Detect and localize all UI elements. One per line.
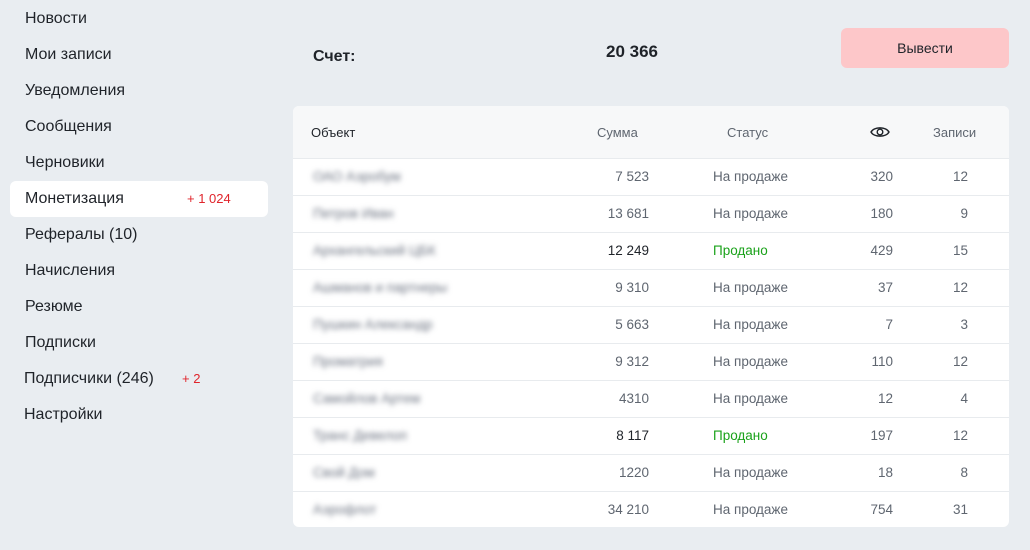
row-posts: 4: [960, 391, 968, 406]
row-views: 110: [871, 354, 893, 369]
table-row[interactable]: Петров Иван 13 681 На продаже 180 9: [293, 196, 1009, 233]
row-sum: 12 249: [607, 243, 649, 258]
sidebar-item-label: Мои записи: [25, 46, 112, 63]
sidebar-item[interactable]: Начисления: [10, 253, 268, 289]
sidebar-item-label: Черновики: [25, 154, 105, 171]
sidebar-item[interactable]: Уведомления: [10, 73, 268, 109]
row-sum: 13 681: [607, 206, 649, 221]
table-row[interactable]: Пушкин Александр 5 663 На продаже 7 3: [293, 307, 1009, 344]
sidebar-item[interactable]: Резюме: [10, 289, 268, 325]
column-status[interactable]: Статус: [727, 106, 768, 159]
column-posts[interactable]: Записи: [933, 106, 976, 159]
row-views: 429: [870, 243, 893, 258]
sidebar-item-label: Подписчики (246): [24, 370, 154, 387]
sidebar-item[interactable]: Черновики: [10, 145, 268, 181]
row-sum: 9 312: [615, 354, 649, 369]
row-views: 37: [877, 280, 893, 295]
account-label: Счет:: [313, 48, 356, 65]
row-object: Свой Дом: [313, 465, 375, 480]
row-object: Петров Иван: [313, 206, 394, 221]
row-status: На продаже: [713, 280, 788, 295]
account-balance: 20 366: [606, 42, 658, 61]
table-row[interactable]: Проматрия 9 312 На продаже 110 12: [293, 344, 1009, 381]
row-status: На продаже: [713, 317, 788, 332]
row-status: На продаже: [713, 206, 788, 221]
row-status: На продаже: [713, 354, 788, 369]
table-row[interactable]: ОАО Аэробум 7 523 На продаже 320 12: [293, 159, 1009, 196]
table-row[interactable]: Самойлов Артем 4310 На продаже 12 4: [293, 381, 1009, 418]
row-sum: 34 210: [607, 502, 649, 517]
sidebar-item-label: Новости: [25, 10, 87, 27]
sidebar-item-label: Уведомления: [25, 82, 126, 99]
column-object[interactable]: Объект: [311, 106, 355, 159]
monetization-table: Объект Сумма Статус Записи ОАО Аэробум 7 …: [293, 106, 1009, 527]
sidebar-item-label: Резюме: [25, 298, 83, 315]
sidebar-item[interactable]: Рефералы (10): [10, 217, 268, 253]
row-status: На продаже: [713, 169, 788, 184]
row-status: На продаже: [713, 465, 788, 480]
row-views: 12: [877, 391, 893, 406]
table-row[interactable]: Транс Девелоп 8 117 Продано 197 12: [293, 418, 1009, 455]
sidebar-item[interactable]: Новости: [10, 1, 268, 37]
row-object: Архангельский ЦБК: [313, 243, 436, 258]
sidebar-item[interactable]: Подписки: [10, 325, 268, 361]
row-sum: 5 663: [615, 317, 649, 332]
row-status: На продаже: [713, 391, 788, 406]
row-object: Ашманов и партнеры: [313, 280, 448, 295]
row-status: Продано: [713, 428, 768, 443]
sidebar-item[interactable]: Сообщения: [10, 109, 268, 145]
sidebar-item[interactable]: Подписчики (246) + 2: [10, 361, 268, 397]
row-sum: 1220: [618, 465, 649, 480]
row-status: Продано: [713, 243, 768, 258]
table-row[interactable]: Ашманов и партнеры 9 310 На продаже 37 12: [293, 270, 1009, 307]
row-sum: 8 117: [616, 428, 649, 443]
table-row[interactable]: Аэрофлот 34 210 На продаже 754 31: [293, 492, 1009, 527]
row-sum: 9 310: [615, 280, 649, 295]
row-posts: 12: [952, 428, 968, 443]
row-views: 18: [877, 465, 893, 480]
sidebar-item[interactable]: Монетизация + 1 024: [10, 181, 268, 217]
row-object: Транс Девелоп: [313, 428, 408, 443]
sidebar-item-label: Монетизация: [25, 190, 124, 207]
row-views: 320: [870, 169, 893, 184]
row-posts: 12: [952, 169, 968, 184]
sidebar-item-label: Сообщения: [25, 118, 112, 135]
row-object: Самойлов Артем: [313, 391, 421, 406]
row-sum: 4310: [618, 391, 649, 406]
row-views: 197: [870, 428, 893, 443]
row-posts: 8: [960, 465, 968, 480]
row-posts: 31: [952, 502, 968, 517]
table-row[interactable]: Архангельский ЦБК 12 249 Продано 429 15: [293, 233, 1009, 270]
row-views: 7: [885, 317, 893, 332]
row-sum: 7 523: [615, 169, 649, 184]
row-object: Пушкин Александр: [313, 317, 433, 332]
row-object: Аэрофлот: [313, 502, 377, 517]
row-posts: 9: [960, 206, 968, 221]
row-posts: 15: [952, 243, 968, 258]
sidebar-item-label: Подписки: [25, 334, 96, 351]
sidebar-item[interactable]: Настройки: [10, 397, 268, 433]
sidebar-item-badge: + 2: [182, 371, 201, 386]
row-status: На продаже: [713, 502, 788, 517]
column-sum[interactable]: Сумма: [597, 106, 638, 159]
sidebar-item-label: Начисления: [25, 262, 116, 279]
row-object: ОАО Аэробум: [313, 169, 401, 184]
row-posts: 12: [952, 354, 968, 369]
sidebar-item[interactable]: Мои записи: [10, 37, 268, 73]
row-views: 754: [870, 502, 893, 517]
row-posts: 3: [960, 317, 968, 332]
sidebar-item-label: Рефералы (10): [25, 226, 138, 243]
row-views: 180: [870, 206, 893, 221]
row-object: Проматрия: [313, 354, 383, 369]
row-posts: 12: [952, 280, 968, 295]
eye-icon[interactable]: [870, 125, 890, 139]
sidebar-item-label: Настройки: [24, 406, 103, 423]
sidebar-item-badge: + 1 024: [187, 191, 231, 206]
table-header: Объект Сумма Статус Записи: [293, 106, 1009, 159]
withdraw-button[interactable]: Вывести: [841, 28, 1009, 68]
table-row[interactable]: Свой Дом 1220 На продаже 18 8: [293, 455, 1009, 492]
table-body: ОАО Аэробум 7 523 На продаже 320 12 Петров Ив…: [293, 159, 1009, 527]
